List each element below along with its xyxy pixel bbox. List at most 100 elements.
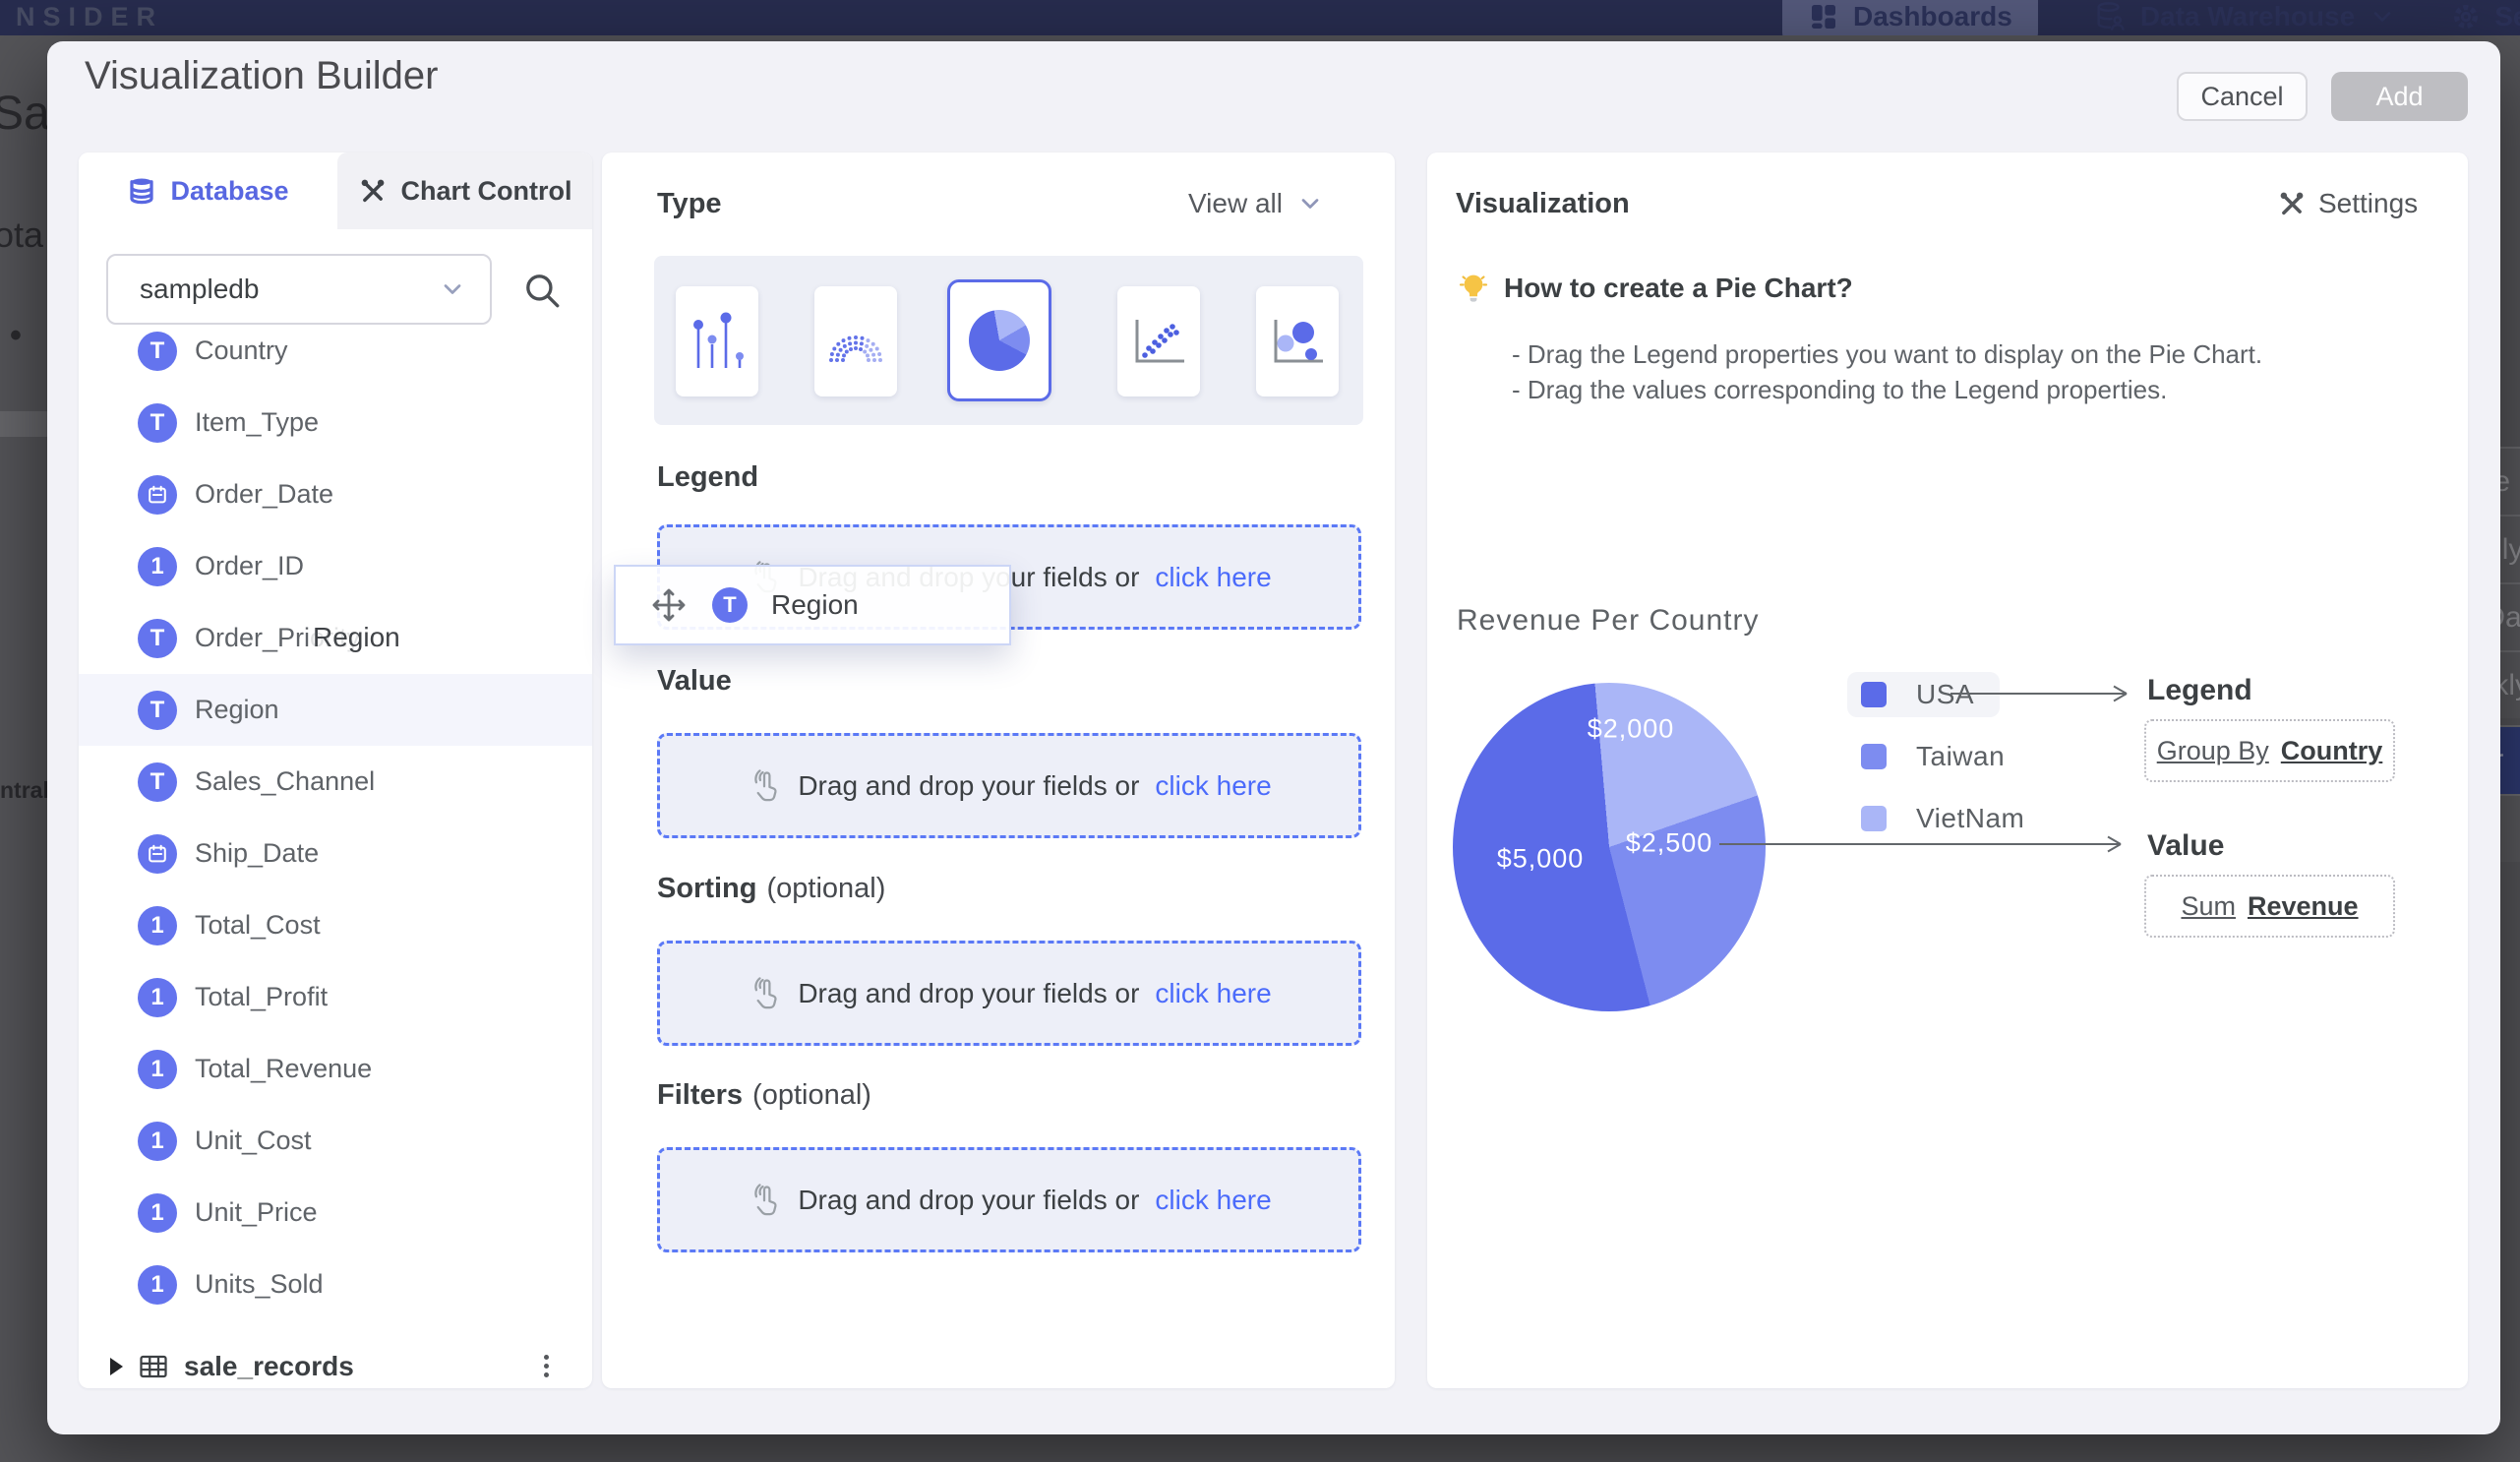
field-row-order_id[interactable]: 1Order_ID xyxy=(79,530,592,602)
field-row-total_profit[interactable]: 1Total_Profit xyxy=(79,961,592,1033)
lollipop-chart-icon xyxy=(688,311,747,372)
field-label: Order_Date xyxy=(195,479,333,510)
tap-hand-icon xyxy=(747,768,782,804)
scatter-chart-icon xyxy=(1128,316,1189,367)
source-select-value: sampledb xyxy=(140,274,259,305)
add-button[interactable]: Add xyxy=(2331,72,2468,121)
field-label: Unit_Cost xyxy=(195,1126,312,1156)
field-row-item_type[interactable]: TItem_Type xyxy=(79,387,592,458)
tile-lollipop-chart[interactable] xyxy=(676,286,758,396)
field-label: Country xyxy=(195,335,288,366)
table-label: sale_records xyxy=(184,1351,354,1382)
topnav-item-label: Data Warehouse xyxy=(2140,1,2355,32)
cancel-button[interactable]: Cancel xyxy=(2177,72,2308,121)
legend-label: USA xyxy=(1916,679,1974,710)
field-label: Item_Type xyxy=(195,407,319,438)
text-field-icon: T xyxy=(138,332,177,371)
legend-item-usa[interactable]: USA xyxy=(1847,672,2000,717)
mapping-value-title: Value xyxy=(2147,829,2224,863)
settings-button[interactable]: Settings xyxy=(2277,188,2418,219)
mapping-legend-box: Group By Country xyxy=(2144,719,2395,782)
type-section-label: Type xyxy=(657,188,722,220)
dropzone-hint: Drag and drop your fields or xyxy=(798,978,1139,1009)
move-icon xyxy=(649,585,689,625)
click-here-link[interactable]: click here xyxy=(1155,770,1271,802)
field-label: Total_Cost xyxy=(195,910,321,941)
topnav-item-settings[interactable]: Settings xyxy=(2451,1,2520,32)
field-row-unit_cost[interactable]: 1 Unit_Cost xyxy=(79,1105,592,1177)
click-here-link[interactable]: click here xyxy=(1155,978,1271,1009)
howto-tip-1: - Drag the Legend properties you want to… xyxy=(1512,339,2262,370)
click-here-link[interactable]: click here xyxy=(1155,1185,1271,1216)
howto-tip-2: - Drag the values corresponding to the L… xyxy=(1512,375,2167,405)
backdrop-text-fragment: ota xyxy=(0,214,43,256)
number-field-icon: 1 xyxy=(138,1122,177,1161)
legend-swatch xyxy=(1861,682,1887,707)
sum-label: Sum xyxy=(2181,891,2236,922)
chart-title: Revenue Per Country xyxy=(1457,604,1760,638)
field-row-total_cost[interactable]: 1Total_Cost xyxy=(79,889,592,961)
legend-item-vietnam[interactable]: VietNam xyxy=(1847,796,2024,841)
chevron-down-icon xyxy=(2369,3,2396,30)
expand-triangle-icon[interactable] xyxy=(110,1358,123,1375)
table-row-sale-records[interactable]: sale_records xyxy=(79,1344,592,1388)
field-row-country[interactable]: T Country xyxy=(79,315,592,387)
tile-bubble-chart[interactable] xyxy=(1256,286,1339,396)
field-row-region[interactable]: TRegion xyxy=(79,674,592,746)
section-label-legend: Legend xyxy=(657,461,758,494)
tab-chart-control-label: Chart Control xyxy=(401,176,572,207)
number-field-icon: 1 xyxy=(138,547,177,586)
field-row-order_date[interactable]: Order_Date xyxy=(79,458,592,530)
topnav-item-label: Settings xyxy=(2494,1,2520,32)
visualization-title: Visualization xyxy=(1456,188,1630,220)
field-row-units_sold[interactable]: 1Units_Sold xyxy=(79,1249,592,1320)
tile-pie-chart[interactable] xyxy=(947,279,1051,401)
date-field-icon xyxy=(138,834,177,874)
legend-item-taiwan[interactable]: Taiwan xyxy=(1847,734,2005,779)
dropzone-hint: Drag and drop your fields or xyxy=(798,1185,1139,1216)
number-field-icon: 1 xyxy=(138,978,177,1017)
kebab-menu-icon[interactable] xyxy=(544,1355,549,1377)
legend-mapping-arrow xyxy=(1950,693,2126,695)
tab-database[interactable]: Database xyxy=(79,152,337,229)
warehouse-icon xyxy=(2093,0,2127,33)
search-icon[interactable] xyxy=(521,270,563,316)
modal-title: Visualization Builder xyxy=(85,54,438,98)
field-row-sales_channel[interactable]: TSales_Channel xyxy=(79,746,592,818)
table-icon xyxy=(139,1354,168,1379)
tile-arc-dot-chart[interactable] xyxy=(814,286,897,396)
section-label-filters: Filters(optional) xyxy=(657,1079,871,1112)
tab-chart-control[interactable]: Chart Control xyxy=(337,152,592,229)
pie-data-label: $2,500 xyxy=(1626,828,1713,859)
view-all-button[interactable]: View all xyxy=(1188,188,1324,219)
app-topnav: Dashboards Data Warehouse Settings xyxy=(1782,0,2520,35)
database-icon xyxy=(127,176,156,206)
click-here-link[interactable]: click here xyxy=(1155,562,1271,593)
topnav-item-data-warehouse[interactable]: Data Warehouse xyxy=(2093,0,2396,33)
backdrop-text-fragment: • xyxy=(10,317,22,355)
lightbulb-icon xyxy=(1457,272,1490,305)
text-field-icon: T xyxy=(138,619,177,658)
drag-ghost-region[interactable]: T Region xyxy=(614,565,1011,645)
field-row-ship_date[interactable]: Ship_Date xyxy=(79,818,592,889)
dropzone-hint: Drag and drop your fields or xyxy=(798,770,1139,802)
howto-heading: How to create a Pie Chart? xyxy=(1457,272,1853,305)
field-label: Units_Sold xyxy=(195,1269,324,1300)
topnav-item-dashboards[interactable]: Dashboards xyxy=(1782,0,2038,35)
number-field-icon: 1 xyxy=(138,1193,177,1233)
tile-scatter-chart[interactable] xyxy=(1117,286,1200,396)
section-label-value: Value xyxy=(657,665,732,698)
arc-dot-chart-icon xyxy=(825,317,886,366)
field-label: Total_Revenue xyxy=(195,1054,372,1084)
field-row-unit_price[interactable]: 1Unit_Price xyxy=(79,1177,592,1249)
dropzone-filters[interactable]: Drag and drop your fields or click here xyxy=(657,1147,1361,1252)
field-row-order_priority[interactable]: TRegionOrder_Priority xyxy=(79,602,592,674)
chevron-down-icon xyxy=(439,275,466,303)
dropzone-value[interactable]: Drag and drop your fields or click here xyxy=(657,733,1361,838)
pie-data-label: $5,000 xyxy=(1497,844,1585,875)
field-row-total_revenue[interactable]: 1Total_Revenue xyxy=(79,1033,592,1105)
dropzone-sorting[interactable]: Drag and drop your fields or click here xyxy=(657,941,1361,1046)
section-label-sorting: Sorting(optional) xyxy=(657,873,885,905)
text-field-icon: T xyxy=(712,587,748,623)
text-field-icon: T xyxy=(138,762,177,802)
